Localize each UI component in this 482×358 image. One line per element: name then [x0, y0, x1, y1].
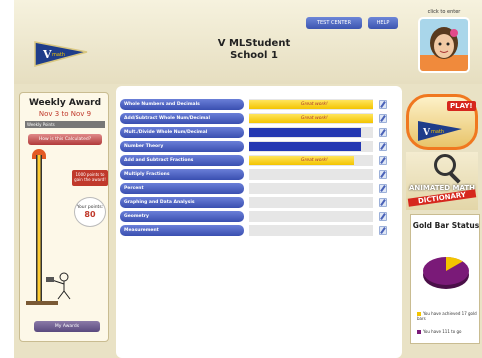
topic-progress-bar: [249, 127, 375, 138]
svg-text:V: V: [42, 48, 52, 61]
topic-row: Multiply Fractions: [120, 169, 398, 180]
topic-row: Add/Subtract Whole Num/Decimal Great work…: [120, 113, 398, 124]
legend-to-go-text: You have 111 to go: [423, 329, 462, 334]
topic-row: Percent: [120, 183, 398, 194]
weekly-points-bar: Weekly Points: [25, 121, 105, 128]
topic-progress-fill: [249, 142, 361, 151]
topic-row: Graphing and Data Analysis: [120, 197, 398, 208]
topic-button[interactable]: Multiply Fractions: [120, 169, 244, 180]
svg-text:V: V: [422, 128, 431, 138]
header: V math V MLStudent School 1 TEST CENTER …: [14, 0, 482, 84]
topic-button[interactable]: Mult./Divide Whole Num/Decimal: [120, 127, 244, 138]
pencil-icon[interactable]: [379, 212, 387, 221]
topic-progress-bar: Great work!: [249, 155, 375, 166]
topic-row: Whole Numbers and Decimals Great work!: [120, 99, 398, 110]
topic-button[interactable]: Geometry: [120, 211, 244, 222]
pencil-icon[interactable]: [379, 156, 387, 165]
topic-button[interactable]: Add and Subtract Fractions: [120, 155, 244, 166]
topic-progress-bar: [249, 183, 375, 194]
gold-bar-status-title: Gold Bar Status: [412, 221, 480, 230]
topic-status-text: Great work!: [301, 158, 328, 163]
points-bubble: Your points: 80: [74, 197, 106, 227]
magnifier-handle-icon: [449, 172, 461, 184]
topic-progress-fill: [249, 128, 361, 137]
topic-button[interactable]: Whole Numbers and Decimals: [120, 99, 244, 110]
strength-tester-pole: [36, 155, 42, 303]
topic-progress-bar: [249, 169, 375, 180]
vmath-play-logo: V math: [418, 121, 462, 141]
avatar-label: click to enter: [427, 9, 461, 15]
topic-button[interactable]: Measurement: [120, 225, 244, 236]
points-value: 80: [84, 210, 96, 219]
pencil-icon[interactable]: [379, 128, 387, 137]
legend-purple-swatch: [417, 330, 421, 334]
goal-badge: 1000 points to gain the award!: [72, 170, 108, 186]
play-label: PLAY!: [447, 101, 476, 111]
topic-status-text: Great work!: [301, 102, 328, 107]
play-game-card[interactable]: PLAY! V math: [406, 94, 478, 150]
pole-base: [26, 301, 58, 305]
avatar-face-icon: [420, 27, 468, 71]
topic-status-text: Great work!: [301, 116, 328, 121]
topic-progress-bar: Great work!: [249, 113, 375, 124]
topic-progress-bar: [249, 211, 375, 222]
topic-row: Geometry: [120, 211, 398, 222]
weekly-award-dates: Nov 3 to Nov 9: [38, 110, 92, 118]
topic-progress-bar: [249, 141, 375, 152]
topic-button[interactable]: Add/Subtract Whole Num/Decimal: [120, 113, 244, 124]
topic-progress-bar: [249, 197, 375, 208]
svg-text:math: math: [52, 52, 65, 58]
pencil-icon[interactable]: [379, 184, 387, 193]
test-center-button[interactable]: TEST CENTER: [306, 17, 362, 29]
topic-progress-bar: Great work!: [249, 99, 375, 110]
how-calculated-button[interactable]: How is this Calculated?: [28, 134, 102, 145]
vmath-logo: V math: [34, 41, 88, 67]
pencil-icon[interactable]: [379, 170, 387, 179]
legend-achieved: You have achieved 17 gold bars: [417, 311, 479, 321]
gold-bar-pie-chart: [423, 257, 469, 289]
svg-text:math: math: [431, 129, 444, 135]
topic-row: Measurement: [120, 225, 398, 236]
pencil-icon[interactable]: [379, 142, 387, 151]
pencil-icon[interactable]: [379, 226, 387, 235]
pencil-icon[interactable]: [379, 198, 387, 207]
gold-bar-status-panel: Gold Bar Status You have achieved 17 gol…: [410, 214, 480, 344]
topic-button[interactable]: Percent: [120, 183, 244, 194]
help-button[interactable]: HELP: [368, 17, 398, 29]
avatar[interactable]: [418, 17, 470, 73]
student-name: V MLStudent: [217, 38, 291, 49]
weekly-award-title: Weekly Award: [28, 98, 102, 108]
legend-to-go: You have 111 to go: [417, 329, 479, 334]
my-awards-button[interactable]: My Awards: [34, 321, 100, 332]
topic-row: Number Theory: [120, 141, 398, 152]
animated-math-dictionary-card[interactable]: ANIMATED MATH DICTIONARY: [406, 152, 478, 210]
topic-progress-bar: [249, 225, 375, 236]
topic-list-panel: Whole Numbers and Decimals Great work! Add…: [116, 86, 402, 358]
topic-row: Add and Subtract Fractions Great work!: [120, 155, 398, 166]
topic-row: Mult./Divide Whole Num/Decimal: [120, 127, 398, 138]
weekly-award-panel: Weekly Award Nov 3 to Nov 9 Weekly Point…: [19, 92, 109, 342]
school-name: School 1: [230, 50, 278, 61]
app-window: V math V MLStudent School 1 TEST CENTER …: [14, 0, 482, 358]
hammer-man-icon: [46, 272, 71, 300]
pencil-icon[interactable]: [379, 114, 387, 123]
topic-button[interactable]: Graphing and Data Analysis: [120, 197, 244, 208]
legend-achieved-text: You have achieved 17 gold bars: [417, 311, 477, 321]
topic-button[interactable]: Number Theory: [120, 141, 244, 152]
pencil-icon[interactable]: [379, 100, 387, 109]
